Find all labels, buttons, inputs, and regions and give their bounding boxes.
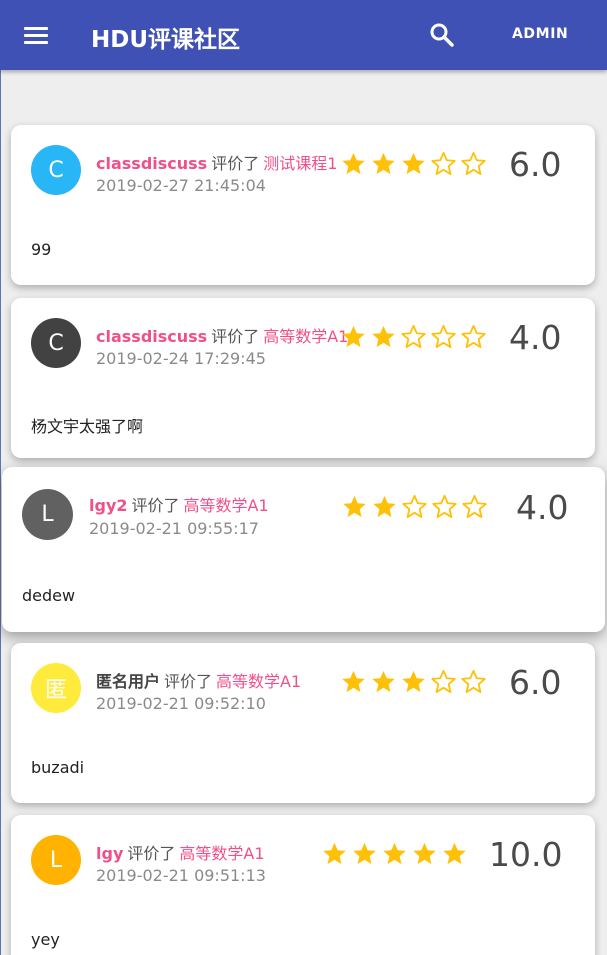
app-title: HDU评课社区 xyxy=(91,27,241,53)
star-filled-icon[interactable] xyxy=(411,840,438,867)
rating-stars xyxy=(340,323,487,350)
star-outline-icon[interactable] xyxy=(430,323,457,350)
star-outline-icon[interactable] xyxy=(460,668,487,695)
review-time: 2019-02-21 09:51:13 xyxy=(96,866,266,885)
rating-stars xyxy=(341,493,488,520)
star-outline-icon[interactable] xyxy=(430,668,457,695)
review-comment: buzadi xyxy=(31,758,85,777)
review-course-link[interactable]: 高等数学A1 xyxy=(263,327,348,346)
review-headline: classdiscuss 评价了 高等数学A1 xyxy=(96,323,348,347)
avatar: C xyxy=(31,318,81,368)
avatar-letter: 匿 xyxy=(44,678,67,703)
review-verb: 评价了 xyxy=(127,844,176,863)
review-headline: 匿名用户 评价了 高等数学A1 xyxy=(96,668,301,692)
avatar: L xyxy=(31,835,81,885)
star-outline-icon[interactable] xyxy=(401,493,428,520)
star-filled-icon[interactable] xyxy=(371,493,398,520)
star-filled-icon[interactable] xyxy=(400,668,427,695)
star-outline-icon[interactable] xyxy=(460,323,487,350)
star-filled-icon[interactable] xyxy=(341,493,368,520)
search-icon xyxy=(430,23,454,47)
avatar-letter: L xyxy=(41,502,54,527)
review-course-link[interactable]: 高等数学A1 xyxy=(179,844,264,863)
avatar: 匿 xyxy=(31,663,81,713)
avatar: C xyxy=(31,145,81,195)
review-verb: 评价了 xyxy=(211,154,260,173)
search-button[interactable] xyxy=(424,18,460,54)
star-filled-icon[interactable] xyxy=(441,840,468,867)
review-course-link[interactable]: 测试课程1 xyxy=(263,154,337,173)
review-username[interactable]: lgy2 xyxy=(89,496,128,515)
review-score: 4.0 xyxy=(516,488,569,527)
review-comment: 杨文宇太强了啊 xyxy=(31,417,144,436)
review-time: 2019-02-27 21:45:04 xyxy=(96,176,266,195)
review-card: 匿 匿名用户 评价了 高等数学A1 2019-02-21 09:52:10 6.0 … xyxy=(11,643,595,803)
menu-button[interactable] xyxy=(18,22,54,48)
star-filled-icon[interactable] xyxy=(381,840,408,867)
review-card: L lgy 评价了 高等数学A1 2019-02-21 09:51:13 10.0 … xyxy=(11,815,595,955)
star-filled-icon[interactable] xyxy=(321,840,348,867)
review-headline: lgy2 评价了 高等数学A1 xyxy=(89,492,269,516)
review-username: 匿名用户 xyxy=(96,672,161,691)
menu-icon-line xyxy=(24,41,48,44)
review-time: 2019-02-21 09:55:17 xyxy=(89,519,259,538)
review-comment: dedew xyxy=(22,586,76,605)
star-filled-icon[interactable] xyxy=(340,150,367,177)
avatar: L xyxy=(22,489,73,540)
menu-icon-line xyxy=(24,34,48,37)
avatar-letter: C xyxy=(48,157,64,183)
star-filled-icon[interactable] xyxy=(340,668,367,695)
page-edge-divider xyxy=(0,70,1,955)
rating-stars xyxy=(340,150,487,177)
review-time: 2019-02-24 17:29:45 xyxy=(96,349,266,368)
review-score: 4.0 xyxy=(509,318,562,357)
review-card: C classdiscuss 评价了 测试课程1 2019-02-27 21:45:… xyxy=(11,125,595,285)
star-filled-icon[interactable] xyxy=(340,323,367,350)
avatar-letter: L xyxy=(49,847,63,873)
review-course-link[interactable]: 高等数学A1 xyxy=(184,496,269,515)
review-comment: yey xyxy=(31,930,60,949)
review-comment: 99 xyxy=(31,240,52,259)
app-bar: HDU评课社区 ADMIN xyxy=(0,0,607,70)
review-card: C classdiscuss 评价了 高等数学A1 2019-02-24 17:29… xyxy=(11,298,595,458)
menu-icon xyxy=(24,27,48,30)
rating-stars xyxy=(321,840,468,867)
review-card: L lgy2 评价了 高等数学A1 2019-02-21 09:55:17 4.0 … xyxy=(2,467,605,632)
avatar-letter: C xyxy=(48,330,64,356)
star-outline-icon[interactable] xyxy=(400,323,427,350)
review-headline: classdiscuss 评价了 测试课程1 xyxy=(96,150,337,174)
star-filled-icon[interactable] xyxy=(370,668,397,695)
review-username[interactable]: lgy xyxy=(96,844,123,863)
star-outline-icon[interactable] xyxy=(431,493,458,520)
review-headline: lgy 评价了 高等数学A1 xyxy=(96,840,265,864)
review-username[interactable]: classdiscuss xyxy=(96,327,207,346)
star-filled-icon[interactable] xyxy=(370,323,397,350)
review-verb: 评价了 xyxy=(164,672,213,691)
star-filled-icon[interactable] xyxy=(370,150,397,177)
review-verb: 评价了 xyxy=(131,496,180,515)
star-outline-icon[interactable] xyxy=(430,150,457,177)
review-course-link[interactable]: 高等数学A1 xyxy=(216,672,301,691)
review-score: 6.0 xyxy=(509,145,562,184)
review-verb: 评价了 xyxy=(211,327,260,346)
review-score: 6.0 xyxy=(509,663,562,702)
star-outline-icon[interactable] xyxy=(461,493,488,520)
star-filled-icon[interactable] xyxy=(351,840,378,867)
rating-stars xyxy=(340,668,487,695)
star-outline-icon[interactable] xyxy=(460,150,487,177)
review-score: 10.0 xyxy=(489,835,563,874)
admin-button[interactable]: ADMIN xyxy=(506,24,574,44)
review-time: 2019-02-21 09:52:10 xyxy=(96,694,266,713)
review-username[interactable]: classdiscuss xyxy=(96,154,207,173)
star-filled-icon[interactable] xyxy=(400,150,427,177)
